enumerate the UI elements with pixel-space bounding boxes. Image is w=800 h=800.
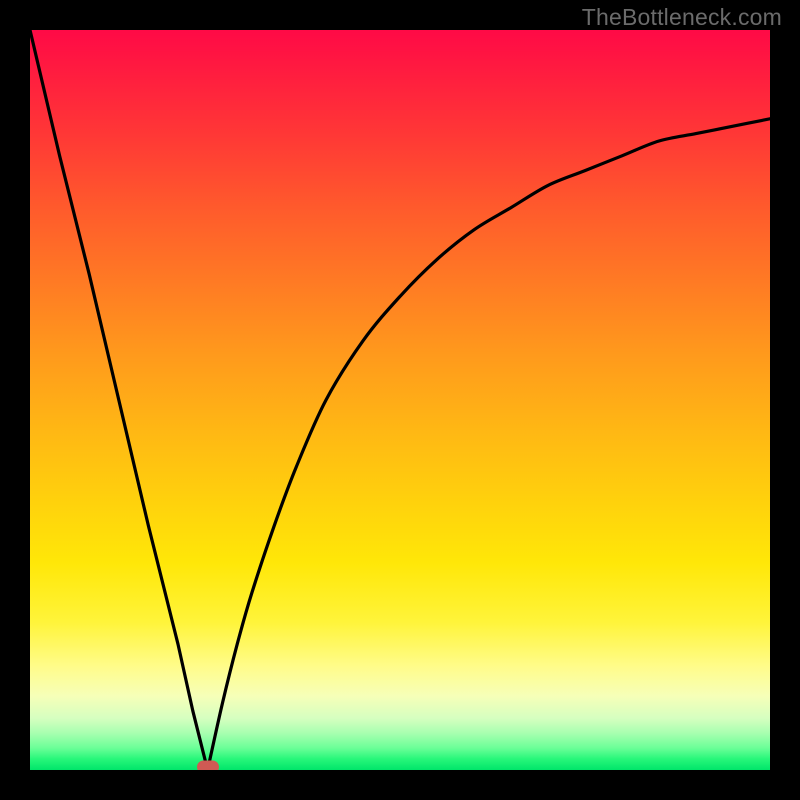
bottleneck-curve (30, 30, 770, 770)
chart-frame: TheBottleneck.com (0, 0, 800, 800)
watermark-text: TheBottleneck.com (582, 4, 782, 31)
optimum-marker-icon (197, 761, 219, 771)
curve-path (30, 30, 770, 770)
plot-area (30, 30, 770, 770)
